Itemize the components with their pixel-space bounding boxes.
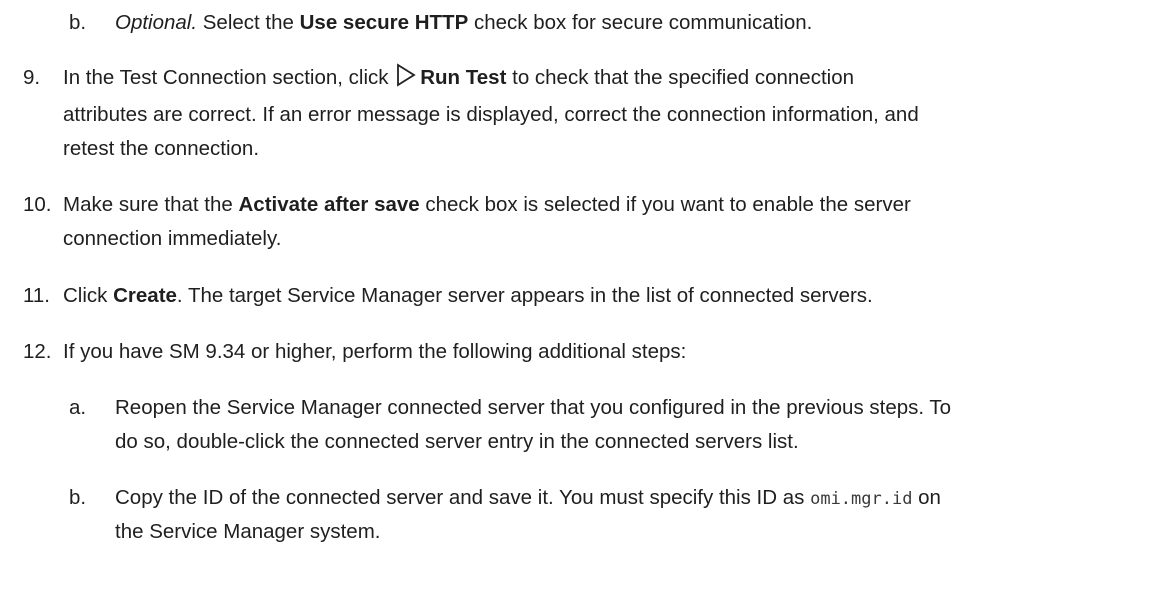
step-12-text: If you have SM 9.34 or higher, perform t…: [63, 340, 687, 363]
step-9-line-2: attributes are correct. If an error mess…: [63, 103, 919, 126]
step-9-line-1: In the Test Connection section, click Ru…: [63, 61, 854, 97]
text-run: In the Test Connection section, click: [63, 66, 389, 89]
step-12b-line-2: the Service Manager system.: [115, 520, 381, 543]
omi-mgr-id-code: omi.mgr.id: [810, 489, 913, 509]
text-run: on: [912, 486, 941, 509]
list-marker: 12.: [23, 340, 52, 363]
list-marker: 9.: [23, 66, 41, 89]
step-9-line-3: retest the connection.: [63, 137, 260, 160]
step-12a-line-2: do so, double-click the connected server…: [115, 430, 799, 453]
text-run: check box for secure communication.: [468, 11, 813, 34]
text-run: . The target Service Manager server appe…: [176, 284, 873, 307]
list-marker: a.: [69, 396, 87, 419]
text-run: Make sure that the: [63, 193, 239, 216]
optional-label: Optional.: [115, 11, 198, 34]
text-run: Select the: [197, 11, 300, 34]
text-run: to check that the specified connection: [506, 66, 855, 89]
activate-after-save-term: Activate after save: [238, 193, 420, 216]
play-triangle-icon: [396, 63, 416, 97]
step-12a-line-1: Reopen the Service Manager connected ser…: [115, 396, 952, 419]
step-10-line-2: connection immediately.: [63, 227, 282, 250]
use-secure-http-term: Use secure HTTP: [299, 11, 469, 34]
list-marker: b.: [69, 486, 87, 509]
create-term: Create: [113, 284, 177, 307]
list-marker: 11.: [23, 284, 50, 307]
step-12b-line-1: Copy the ID of the connected server and …: [115, 481, 941, 516]
list-marker: b.: [69, 11, 87, 34]
list-marker: 10.: [23, 193, 52, 216]
text-run: check box is selected if you want to ena…: [419, 193, 911, 216]
step-11-text: Click Create. The target Service Manager…: [63, 279, 873, 312]
step-8b-text: Optional. Select the Use secure HTTP che…: [115, 6, 812, 39]
text-run: Click: [63, 284, 114, 307]
text-run: Copy the ID of the connected server and …: [115, 486, 811, 509]
step-10-line-1: Make sure that the Activate after save c…: [63, 188, 911, 221]
run-test-label: Run Test: [420, 66, 507, 89]
